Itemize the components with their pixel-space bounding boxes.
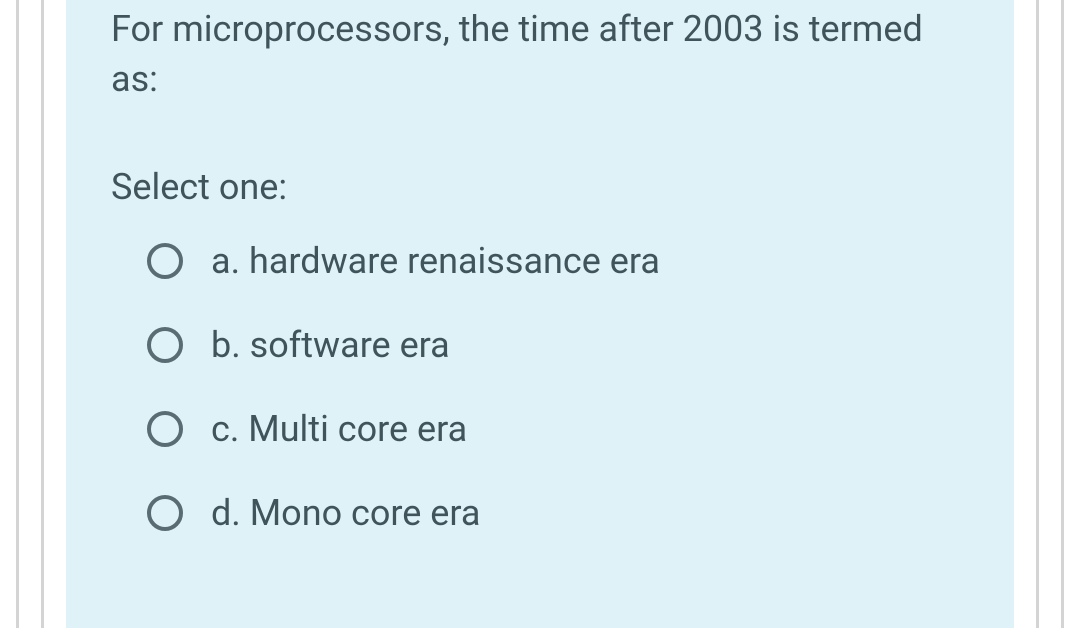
radio-icon[interactable] [147, 327, 183, 363]
select-prompt: Select one: [111, 162, 974, 212]
option-text: Multi core era [248, 408, 467, 450]
option-letter: c. [211, 408, 239, 450]
option-label: c. Multi core era [211, 408, 467, 450]
radio-icon[interactable] [147, 243, 183, 279]
option-text: hardware renaissance era [249, 240, 660, 282]
option-letter: a. [211, 240, 240, 282]
option-text: Mono core era [250, 492, 481, 534]
option-text: software era [250, 324, 450, 366]
option-label: d. Mono core era [211, 492, 480, 534]
question-text: For microprocessors, the time after 2003… [111, 0, 974, 104]
option-b[interactable]: b. software era [111, 324, 974, 366]
option-letter: b. [211, 324, 241, 366]
option-a[interactable]: a. hardware renaissance era [111, 240, 974, 282]
option-label: a. hardware renaissance era [211, 240, 660, 282]
outer-border: For microprocessors, the time after 2003… [16, 0, 1064, 628]
options-list: a. hardware renaissance era b. software … [111, 240, 974, 534]
radio-icon[interactable] [147, 411, 183, 447]
radio-icon[interactable] [147, 495, 183, 531]
option-letter: d. [211, 492, 241, 534]
option-c[interactable]: c. Multi core era [111, 408, 974, 450]
inner-border: For microprocessors, the time after 2003… [41, 0, 1039, 628]
question-panel: For microprocessors, the time after 2003… [66, 0, 1014, 628]
option-label: b. software era [211, 324, 450, 366]
option-d[interactable]: d. Mono core era [111, 492, 974, 534]
